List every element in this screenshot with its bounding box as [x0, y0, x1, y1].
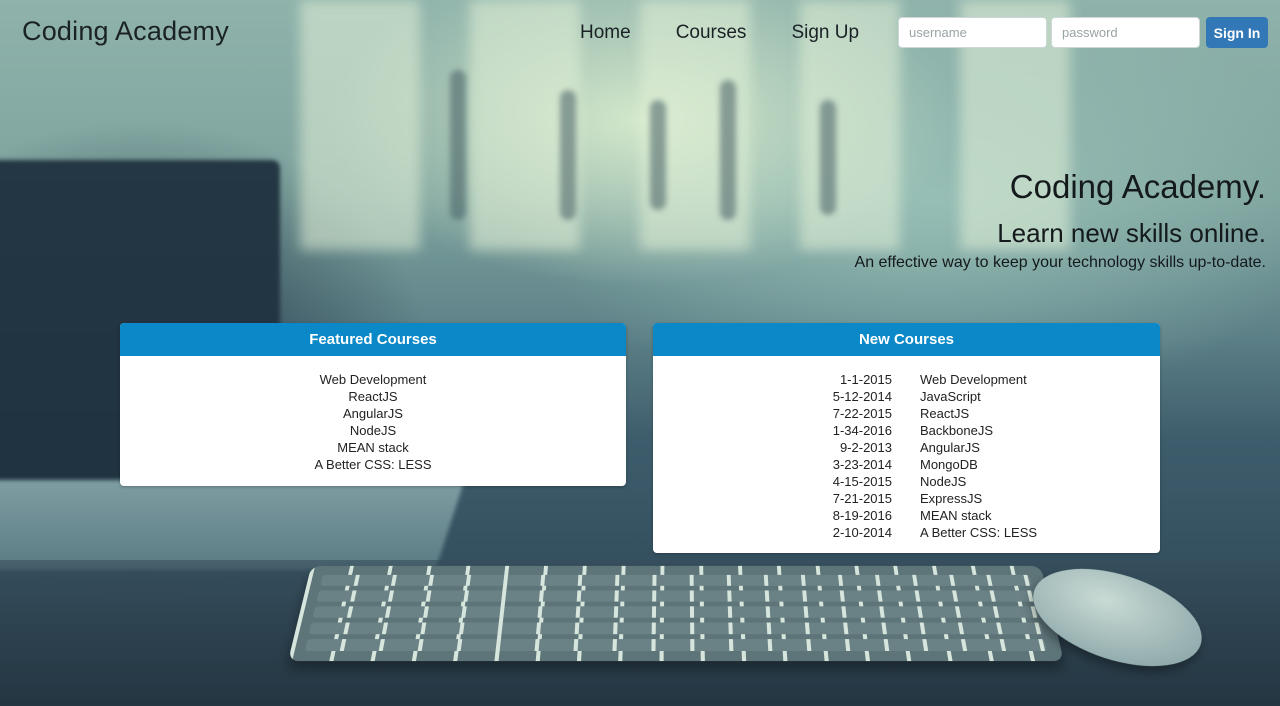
sign-in-button[interactable]: Sign In — [1206, 17, 1268, 48]
featured-courses-list: Web Development ReactJS AngularJS NodeJS… — [120, 356, 626, 473]
new-course-name: BackboneJS — [920, 423, 993, 438]
new-course-name: MEAN stack — [920, 508, 992, 523]
nav-links: Home Courses Sign Up — [580, 22, 904, 44]
new-course-name: JavaScript — [920, 389, 981, 404]
new-course-name: ExpressJS — [920, 491, 983, 506]
new-course-name: Web Development — [920, 372, 1027, 387]
new-course-date: 1-34-2016 — [832, 423, 892, 438]
new-course-row[interactable]: 8-19-2016 MEAN stack — [653, 507, 1160, 524]
new-courses-panel: New Courses 1-1-2015 Web Development 5-1… — [653, 323, 1160, 553]
new-course-row[interactable]: 7-22-2015 ReactJS — [653, 405, 1160, 422]
new-course-date: 3-23-2014 — [832, 457, 892, 472]
featured-course-item[interactable]: A Better CSS: LESS — [120, 456, 626, 473]
hero-subtitle: Learn new skills online. — [997, 218, 1266, 248]
new-course-date: 7-21-2015 — [832, 491, 892, 506]
login-form: Sign In — [898, 17, 1268, 48]
hero-section: Coding Academy. Learn new skills online.… — [855, 166, 1266, 274]
new-courses-header: New Courses — [653, 323, 1160, 356]
new-course-row[interactable]: 5-12-2014 JavaScript — [653, 388, 1160, 405]
featured-courses-panel: Featured Courses Web Development ReactJS… — [120, 323, 626, 486]
new-course-date: 7-22-2015 — [832, 406, 892, 421]
new-courses-list: 1-1-2015 Web Development 5-12-2014 JavaS… — [653, 356, 1160, 541]
new-course-row[interactable]: 1-34-2016 BackboneJS — [653, 422, 1160, 439]
username-input[interactable] — [898, 17, 1047, 48]
nav-link-home[interactable]: Home — [580, 22, 631, 44]
featured-course-item[interactable]: ReactJS — [120, 388, 626, 405]
new-course-row[interactable]: 2-10-2014 A Better CSS: LESS — [653, 524, 1160, 541]
new-course-row[interactable]: 4-15-2015 NodeJS — [653, 473, 1160, 490]
new-course-row[interactable]: 9-2-2013 AngularJS — [653, 439, 1160, 456]
password-input[interactable] — [1051, 17, 1200, 48]
new-course-name: MongoDB — [920, 457, 978, 472]
new-course-date: 5-12-2014 — [832, 389, 892, 404]
new-course-name: AngularJS — [920, 440, 980, 455]
hero-description: An effective way to keep your technology… — [854, 254, 1266, 271]
hero-title: Coding Academy. — [1009, 168, 1266, 205]
new-course-date: 2-10-2014 — [832, 525, 892, 540]
nav-link-sign-up[interactable]: Sign Up — [791, 22, 859, 44]
new-course-date: 4-15-2015 — [832, 474, 892, 489]
new-course-row[interactable]: 1-1-2015 Web Development — [653, 371, 1160, 388]
new-course-date: 9-2-2013 — [839, 440, 892, 455]
nav-link-courses[interactable]: Courses — [676, 22, 747, 44]
featured-course-item[interactable]: AngularJS — [120, 405, 626, 422]
top-navbar: Coding Academy Home Courses Sign Up Sign… — [0, 0, 1280, 66]
new-course-name: NodeJS — [920, 474, 967, 489]
new-course-date: 8-19-2016 — [832, 508, 892, 523]
featured-courses-header: Featured Courses — [120, 323, 626, 356]
new-course-name: ReactJS — [920, 406, 970, 421]
new-course-date: 1-1-2015 — [839, 372, 892, 387]
featured-course-item[interactable]: MEAN stack — [120, 439, 626, 456]
new-course-row[interactable]: 7-21-2015 ExpressJS — [653, 490, 1160, 507]
new-course-name: A Better CSS: LESS — [920, 525, 1038, 540]
featured-course-item[interactable]: NodeJS — [120, 422, 626, 439]
brand-logo-text[interactable]: Coding Academy — [22, 16, 229, 47]
new-course-row[interactable]: 3-23-2014 MongoDB — [653, 456, 1160, 473]
featured-course-item[interactable]: Web Development — [120, 371, 626, 388]
